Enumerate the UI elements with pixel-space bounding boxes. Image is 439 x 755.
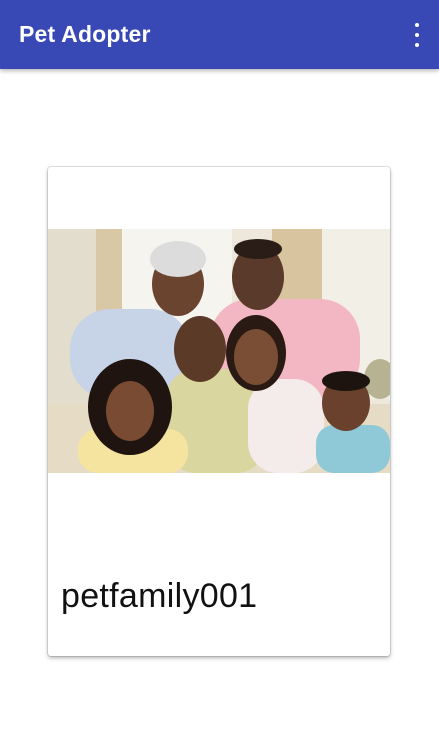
more-options-icon[interactable] (411, 23, 423, 47)
pet-name-label: petfamily001 (61, 577, 258, 615)
pet-card[interactable]: petfamily001 (48, 167, 390, 656)
app-title: Pet Adopter (19, 21, 151, 47)
overflow-dot (415, 33, 419, 37)
overflow-dot (415, 43, 419, 47)
family-photo-image (48, 229, 390, 473)
pet-photo (48, 229, 390, 473)
app-bar: Pet Adopter (0, 0, 439, 69)
overflow-dot (415, 23, 419, 27)
